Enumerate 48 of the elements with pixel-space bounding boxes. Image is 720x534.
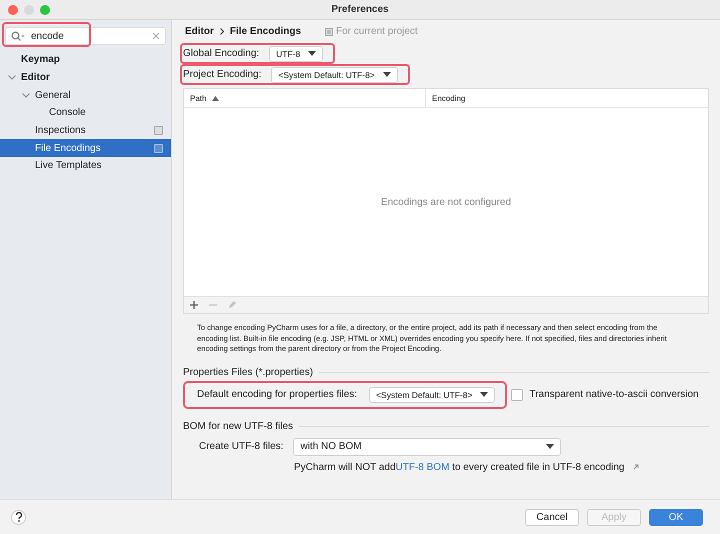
tree-item[interactable]: Console [0,104,171,122]
bom-note: PyCharm will NOT addUTF-8 BOM to every created file in UTF-8 encoding [294,462,624,473]
close-button[interactable] [8,4,18,14]
project-scope-icon [325,28,334,36]
tree-item[interactable]: General [0,86,171,104]
caret-icon [308,51,316,56]
breadcrumb-item: File Encodings [230,26,302,37]
search-icon [11,31,25,41]
bom-dropdown[interactable]: with NO BOM [293,438,562,456]
field-label: Global Encoding: [183,48,260,59]
column-header[interactable]: Path [184,89,425,107]
tree-item[interactable]: Live Templates [0,157,171,175]
link[interactable]: UTF-8 BOM [396,462,450,473]
caret-icon [382,72,391,77]
breadcrumb-item[interactable]: Editor [185,26,214,37]
tree-item[interactable]: Inspections [0,122,171,140]
field-label: Project Encoding: [183,69,262,80]
tree-item[interactable]: Keymap [0,51,171,69]
section-title: BOM for new UTF-8 files [183,420,294,432]
encoding-dropdown[interactable]: <System Default: UTF-8> [369,386,496,403]
empty-message: Encodings are not configured [380,196,512,208]
external-link-icon [632,464,638,470]
caret-icon [546,444,554,450]
chevron-icon[interactable] [20,92,32,98]
tree-item[interactable]: File Encodings [0,139,171,158]
checkbox-label: Transparent native-to-ascii conversion [529,389,699,400]
encoding-dropdown[interactable]: UTF-8 [269,46,324,62]
tree-item[interactable]: Editor [0,68,171,86]
question-icon [14,512,22,522]
sort-arrow-icon [212,94,220,102]
encoding-dropdown[interactable]: <System Default: UTF-8> [271,66,398,82]
column-header[interactable]: Encoding [425,89,708,107]
caret-icon [480,392,488,398]
chevron-icon [220,28,224,35]
zoom-button[interactable] [40,4,50,14]
checkbox[interactable] [511,388,524,401]
field-label: Create UTF-8 files: [199,441,284,452]
add-icon[interactable] [189,300,199,310]
help-button[interactable] [11,510,26,524]
dialog-button[interactable]: OK [649,508,703,526]
clear-icon[interactable] [152,32,160,40]
chevron-icon[interactable] [6,75,18,80]
search-field[interactable]: encode [5,27,166,45]
field-label: Default encoding for properties files: [197,389,358,400]
dialog-button[interactable]: Cancel [525,508,579,526]
window-title: Preferences [330,4,390,15]
scope-note: For current project [336,26,418,37]
section-title: Properties Files (*.properties) [183,366,314,378]
